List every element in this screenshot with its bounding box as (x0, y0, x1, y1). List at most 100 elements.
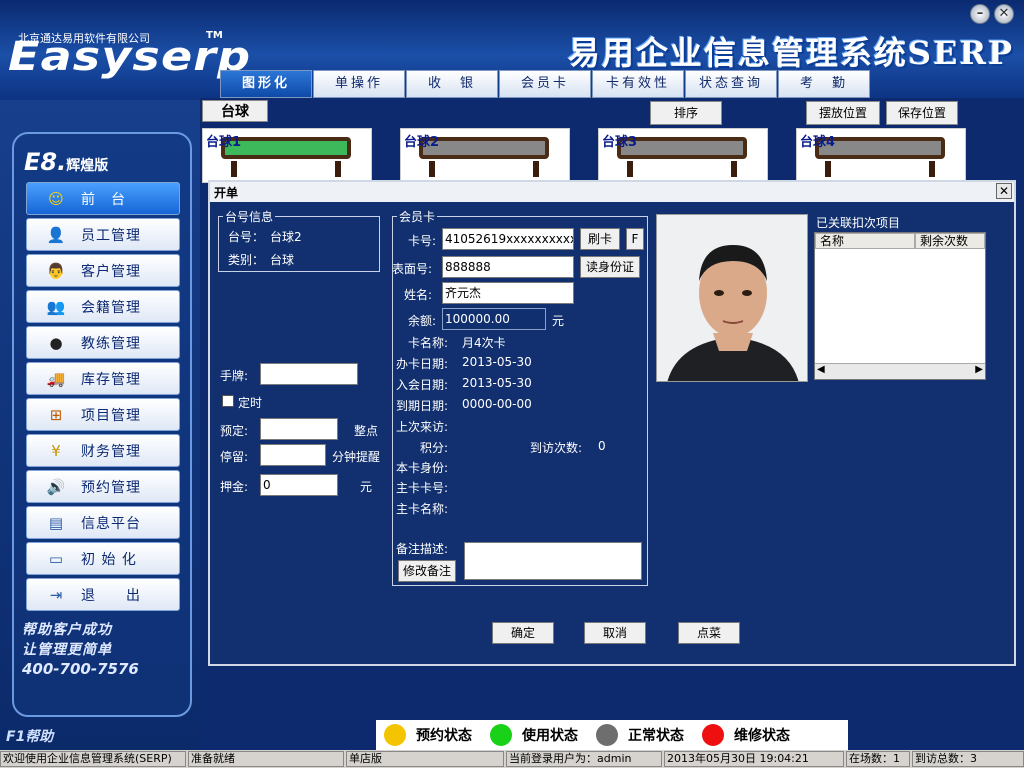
place-position-button[interactable]: 摆放位置 (806, 101, 880, 125)
last-visit-label: 上次来访: (396, 420, 449, 434)
table-card[interactable]: 台球3 (598, 128, 768, 183)
sidebar-item-inventory[interactable]: 🚚 库存管理 (26, 362, 180, 395)
deposit-label: 押金: (220, 480, 249, 494)
wristband-label: 手牌: (220, 369, 249, 383)
table-card[interactable]: 台球2 (400, 128, 570, 183)
sidebar-item-reservation[interactable]: 🔊 预约管理 (26, 470, 180, 503)
linked-items-group: 已关联扣次项目 名称 剩余次数 ◀ ▶ (812, 214, 988, 382)
face-no-label: 表面号: (392, 262, 433, 276)
table-name: 台球4 (800, 135, 836, 150)
legend-label: 正常状态 (628, 728, 684, 744)
sidebar-item-membership[interactable]: 👥 会籍管理 (26, 290, 180, 323)
sidebar-item-label: 教练管理 (81, 335, 141, 352)
cancel-button[interactable]: 取消 (584, 622, 646, 644)
tab-attendance[interactable]: 考 勤 (778, 70, 870, 98)
sort-button[interactable]: 排序 (650, 101, 722, 125)
edition-main: E8. (24, 148, 67, 176)
yellow-dot-icon (384, 724, 406, 746)
sidebar-item-staff[interactable]: 👤 员工管理 (26, 218, 180, 251)
slogan: 帮助客户成功 让管理更简单 (22, 620, 112, 660)
tab-status-query[interactable]: 状态查询 (685, 70, 777, 98)
dialog-title: 开单 (214, 186, 239, 200)
system-title: 易用企业信息管理系统SERP (567, 34, 1014, 72)
help-link[interactable]: F1帮助 (6, 726, 53, 746)
red-dot-icon (702, 724, 724, 746)
timer-checkbox[interactable] (222, 395, 234, 407)
scroll-right-icon[interactable]: ▶ (975, 364, 983, 375)
horizontal-scrollbar[interactable]: ◀ ▶ (815, 363, 985, 379)
smiley-icon: ☺ (48, 189, 64, 208)
linked-items-table[interactable]: 名称 剩余次数 ◀ ▶ (814, 232, 986, 380)
minimize-icon[interactable]: – (970, 4, 990, 24)
card-identity-label: 本卡身份: (396, 461, 449, 475)
reserve-unit: 整点 (354, 424, 379, 438)
status-datetime: 2013年05月30日 19:04:21 (664, 751, 844, 767)
open-order-dialog: 开单 ✕ 台号信息 台号： 台球2 类别： 台球 手牌: 定时 预定: 整点 停… (208, 180, 1016, 666)
name-input[interactable]: 齐元杰 (442, 282, 574, 304)
table-card[interactable]: 台球4 (796, 128, 966, 183)
tab-member-card[interactable]: 会员卡 (499, 70, 591, 98)
sidebar-item-label: 会籍管理 (81, 299, 141, 316)
tab-cashier[interactable]: 收 银 (406, 70, 498, 98)
main-card-no-label: 主卡卡号: (396, 481, 449, 495)
coach-icon: ● (49, 333, 63, 352)
table-type-label: 类别： (228, 253, 265, 267)
deposit-unit: 元 (360, 480, 373, 494)
card-no-input[interactable]: 41052619xxxxxxxxxx (442, 228, 574, 250)
stay-input[interactable] (260, 444, 326, 466)
visits-value: 0 (598, 439, 606, 453)
sidebar-item-info-platform[interactable]: ▤ 信息平台 (26, 506, 180, 539)
legend-reserved: 预约状态 (384, 724, 472, 746)
green-dot-icon (490, 724, 512, 746)
join-date-label: 入会日期: (396, 378, 449, 392)
sidebar-item-front-desk[interactable]: ☺ 前 台 (26, 182, 180, 215)
f-button[interactable]: F (626, 228, 644, 250)
sidebar-item-label: 退 出 (81, 587, 141, 604)
edition-label: E8.辉煌版 (24, 148, 108, 176)
reserve-input[interactable] (260, 418, 338, 440)
timer-label: 定时 (238, 396, 263, 410)
tab-single-operation[interactable]: 单操作 (313, 70, 405, 98)
table-name: 台球3 (602, 135, 638, 150)
save-position-button[interactable]: 保存位置 (886, 101, 958, 125)
issue-date-label: 办卡日期: (396, 357, 449, 371)
table-legs (429, 161, 539, 177)
order-dishes-button[interactable]: 点菜 (678, 622, 740, 644)
close-icon[interactable]: ✕ (996, 183, 1012, 199)
legend-normal: 正常状态 (596, 724, 684, 746)
sidebar-item-initialize[interactable]: ▭ 初 始 化 (26, 542, 180, 575)
sidebar-item-project[interactable]: ⊞ 项目管理 (26, 398, 180, 431)
ok-button[interactable]: 确定 (492, 622, 554, 644)
deposit-input[interactable]: 0 (260, 474, 338, 496)
linked-items-legend: 已关联扣次项目 (816, 216, 901, 230)
remark-textarea[interactable] (464, 542, 642, 580)
tab-card-validity[interactable]: 卡有效性 (592, 70, 684, 98)
status-user: 当前登录用户为：admin (506, 751, 662, 767)
table-number-value: 台球2 (270, 230, 302, 244)
balance-value: 100000.00 (442, 308, 546, 330)
wristband-input[interactable] (260, 363, 358, 385)
info-platform-icon: ▤ (48, 513, 64, 532)
column-remaining[interactable]: 剩余次数 (915, 233, 985, 249)
membership-icon: 👥 (46, 297, 66, 316)
sidebar-item-exit[interactable]: ⇥ 退 出 (26, 578, 180, 611)
legend-label: 预约状态 (416, 728, 472, 744)
card-no-label: 卡号: (408, 234, 437, 248)
tab-graphical[interactable]: 图形化 (220, 70, 312, 98)
sidebar-item-finance[interactable]: ¥ 财务管理 (26, 434, 180, 467)
column-name[interactable]: 名称 (815, 233, 915, 249)
edit-remark-button[interactable]: 修改备注 (398, 560, 456, 582)
swipe-card-button[interactable]: 刷卡 (580, 228, 620, 250)
close-icon[interactable]: ✕ (994, 4, 1014, 24)
expire-date-label: 到期日期: (396, 399, 449, 413)
face-no-input[interactable]: 888888 (442, 256, 574, 278)
scroll-left-icon[interactable]: ◀ (817, 364, 825, 375)
read-id-card-button[interactable]: 读身份证 (580, 256, 640, 278)
sidebar-item-customer[interactable]: 👨 客户管理 (26, 254, 180, 287)
remark-label: 备注描述: (396, 542, 449, 556)
table-card[interactable]: 台球1 (202, 128, 372, 183)
sidebar-item-coach[interactable]: ● 教练管理 (26, 326, 180, 359)
table-info-legend: 台号信息 (225, 210, 274, 224)
name-label: 姓名: (404, 288, 433, 302)
dialog-titlebar: 开单 ✕ (210, 182, 1014, 202)
